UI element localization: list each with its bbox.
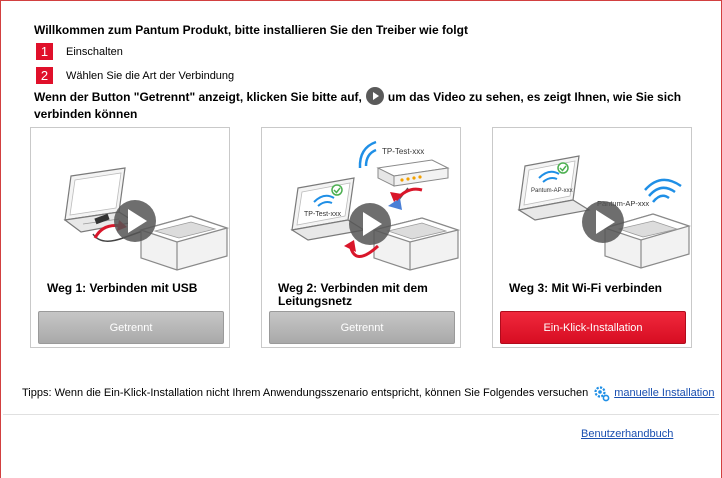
step-text: Wählen Sie die Art der Verbindung xyxy=(66,69,235,82)
gear-icon[interactable] xyxy=(592,384,610,402)
screen-label: Pantum-AP-xxx xyxy=(531,188,573,194)
connection-card-wifi: Pantum-AP-xxx Pantum-AP-xxx Weg 3: Mit W… xyxy=(492,127,692,348)
router-label: TP-Test-xxx xyxy=(382,147,424,156)
connection-card-usb: Weg 1: Verbinden mit USB Getrennt xyxy=(30,127,230,348)
one-click-install-button[interactable]: Ein-Klick-Installation xyxy=(500,311,686,344)
step-number-badge: 2 xyxy=(36,67,53,84)
footer-divider xyxy=(3,414,719,415)
wifi-connection-illustration[interactable]: Pantum-AP-xxx Pantum-AP-xxx xyxy=(493,128,691,273)
step-text: Einschalten xyxy=(66,45,123,58)
tips-text: Tipps: Wenn die Ein-Klick-Installation n… xyxy=(22,387,589,399)
card-title: Weg 2: Verbinden mit dem Leitungsnetz xyxy=(278,281,428,308)
connection-card-network: TP-Test-xxx TP-Test-xxx Weg 2: Verbinden… xyxy=(261,127,461,348)
play-icon xyxy=(365,87,384,105)
network-connection-illustration[interactable]: TP-Test-xxx TP-Test-xxx xyxy=(262,128,460,273)
manual-install-link[interactable]: manuelle Installation xyxy=(614,387,714,399)
step-1: 1 Einschalten xyxy=(36,43,123,60)
usb-connection-illustration[interactable] xyxy=(31,128,229,273)
step-2: 2 Wählen Sie die Art der Verbindung xyxy=(36,67,234,84)
tips-row: Tipps: Wenn die Ein-Klick-Installation n… xyxy=(22,384,715,402)
screen-label: TP-Test-xxx xyxy=(304,211,341,218)
video-instruction: Wenn der Button "Getrennt" anzeigt, klic… xyxy=(34,87,694,121)
card-title: Weg 1: Verbinden mit USB xyxy=(47,281,198,295)
user-manual-link[interactable]: Benutzerhandbuch xyxy=(581,428,673,440)
instruction-text-before: Wenn der Button "Getrennt" anzeigt, klic… xyxy=(34,90,362,105)
step-number-badge: 1 xyxy=(36,43,53,60)
card-title: Weg 3: Mit Wi-Fi verbinden xyxy=(509,281,663,295)
welcome-heading: Willkommen zum Pantum Produkt, bitte ins… xyxy=(34,23,468,37)
network-connect-button[interactable]: Getrennt xyxy=(269,311,455,344)
usb-connect-button[interactable]: Getrennt xyxy=(38,311,224,344)
